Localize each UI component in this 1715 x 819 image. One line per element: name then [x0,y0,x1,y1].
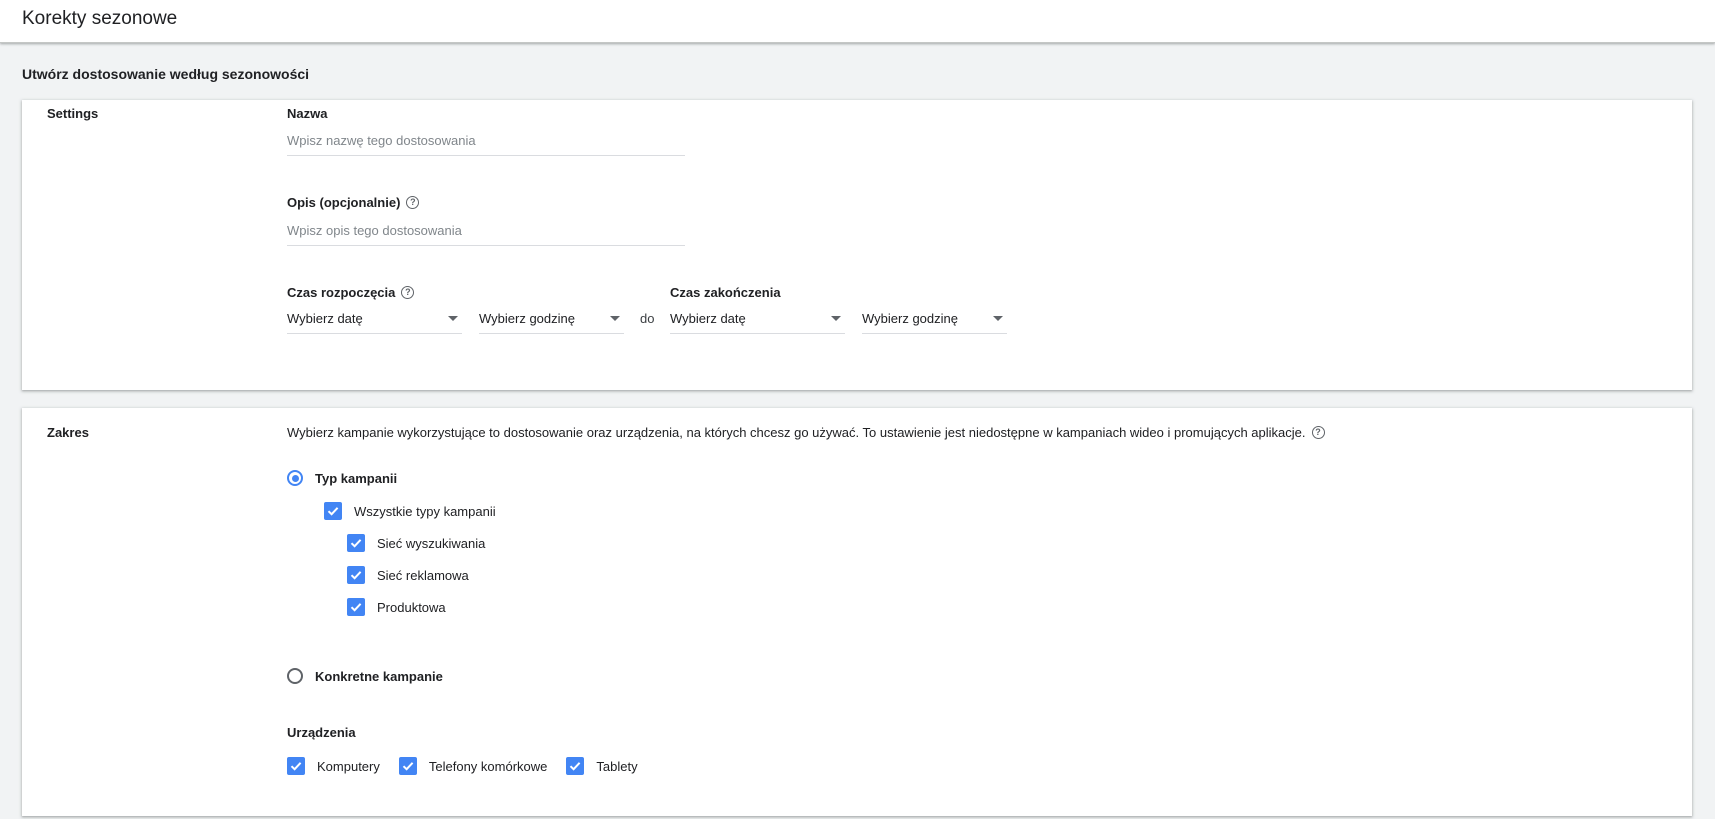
check-icon [402,762,414,771]
checkbox-checked-icon[interactable] [287,757,305,775]
name-input[interactable] [287,125,685,156]
campaign-type-display-checkbox[interactable]: Sieć reklamowa [347,566,469,584]
description-field-label: Opis (opcjonalnie) ? [287,195,420,210]
end-time-dropdown[interactable]: Wybierz godzinę [862,304,1007,334]
settings-section-label: Settings [47,106,99,121]
top-bar: Korekty sezonowe [0,0,1715,43]
scope-description: Wybierz kampanie wykorzystujące to dosto… [287,425,1325,440]
campaign-type-shopping-checkbox[interactable]: Produktowa [347,598,446,616]
campaign-type-display-label: Sieć reklamowa [377,567,469,583]
checkbox-checked-icon[interactable] [566,757,585,775]
check-icon [290,762,302,771]
name-label-text: Nazwa [287,106,328,121]
radio-unchecked-icon[interactable] [287,668,303,684]
description-label-text: Opis (opcjonalnie) [287,195,401,210]
description-input[interactable] [287,215,685,246]
device-computers-checkbox[interactable]: Komputery [287,757,380,775]
start-time-dropdown[interactable]: Wybierz godzinę [479,304,624,334]
check-icon [350,571,362,580]
help-icon[interactable]: ? [1311,426,1325,439]
specific-campaigns-radio-option[interactable]: Konkretne kampanie [287,668,443,684]
device-phones-checkbox[interactable]: Telefony komórkowe [398,757,548,775]
all-campaign-types-checkbox[interactable]: Wszystkie typy kampanii [324,502,496,520]
end-time-label: Czas zakończenia [670,285,781,300]
devices-label: Urządzenia [287,725,356,740]
end-date-value: Wybierz datę [670,311,746,326]
check-icon [570,762,581,771]
caret-down-icon [993,316,1003,321]
devices-label-text: Urządzenia [287,725,356,740]
checkbox-checked-icon[interactable] [347,566,365,584]
page-title: Korekty sezonowe [22,8,178,29]
scope-section-label: Zakres [47,425,89,440]
name-field-label: Nazwa [287,106,327,121]
start-time-label: Czas rozpoczęcia ? [287,285,415,300]
campaign-type-radio-option[interactable]: Typ kampanii [287,470,397,486]
device-tablets-label: Tablety [596,758,638,774]
end-time-value: Wybierz godzinę [862,311,958,326]
checkbox-checked-icon[interactable] [398,757,417,775]
settings-card: Settings Nazwa Opis (opcjonalnie) ? Czas… [22,100,1692,390]
campaign-type-search-checkbox[interactable]: Sieć wyszukiwania [347,534,485,552]
start-time-label-text: Czas rozpoczęcia [287,285,396,300]
campaign-type-search-label: Sieć wyszukiwania [377,535,486,551]
checkbox-checked-icon[interactable] [347,534,365,552]
specific-campaigns-label: Konkretne kampanie [315,668,443,684]
radio-checked-icon[interactable] [287,470,303,486]
check-icon [350,603,362,612]
campaign-type-label: Typ kampanii [315,470,398,486]
help-icon[interactable]: ? [401,286,415,299]
device-phones-label: Telefony komórkowe [428,758,548,774]
start-date-value: Wybierz datę [287,311,363,326]
campaign-type-shopping-label: Produktowa [377,599,446,615]
start-date-dropdown[interactable]: Wybierz datę [287,304,462,334]
scope-card: Zakres Wybierz kampanie wykorzystujące t… [22,408,1692,816]
all-campaign-types-label: Wszystkie typy kampanii [354,503,496,519]
end-date-dropdown[interactable]: Wybierz datę [670,304,845,334]
check-icon [327,507,339,516]
checkbox-checked-icon[interactable] [324,502,342,520]
device-tablets-checkbox[interactable]: Tablety [566,757,638,775]
caret-down-icon [448,316,458,321]
caret-down-icon [610,316,620,321]
help-icon[interactable]: ? [406,196,420,209]
caret-down-icon [831,316,841,321]
end-time-label-text: Czas zakończenia [670,285,781,300]
form-heading: Utwórz dostosowanie według sezonowości [22,66,310,82]
scope-description-text: Wybierz kampanie wykorzystujące to dosto… [287,425,1306,440]
checkbox-checked-icon[interactable] [347,598,365,616]
device-computers-label: Komputery [317,758,380,774]
devices-checkbox-group: Komputery Telefony komórkowe Tablety [287,757,638,775]
check-icon [350,539,362,548]
start-time-value: Wybierz godzinę [479,311,575,326]
range-separator: do [640,311,655,326]
